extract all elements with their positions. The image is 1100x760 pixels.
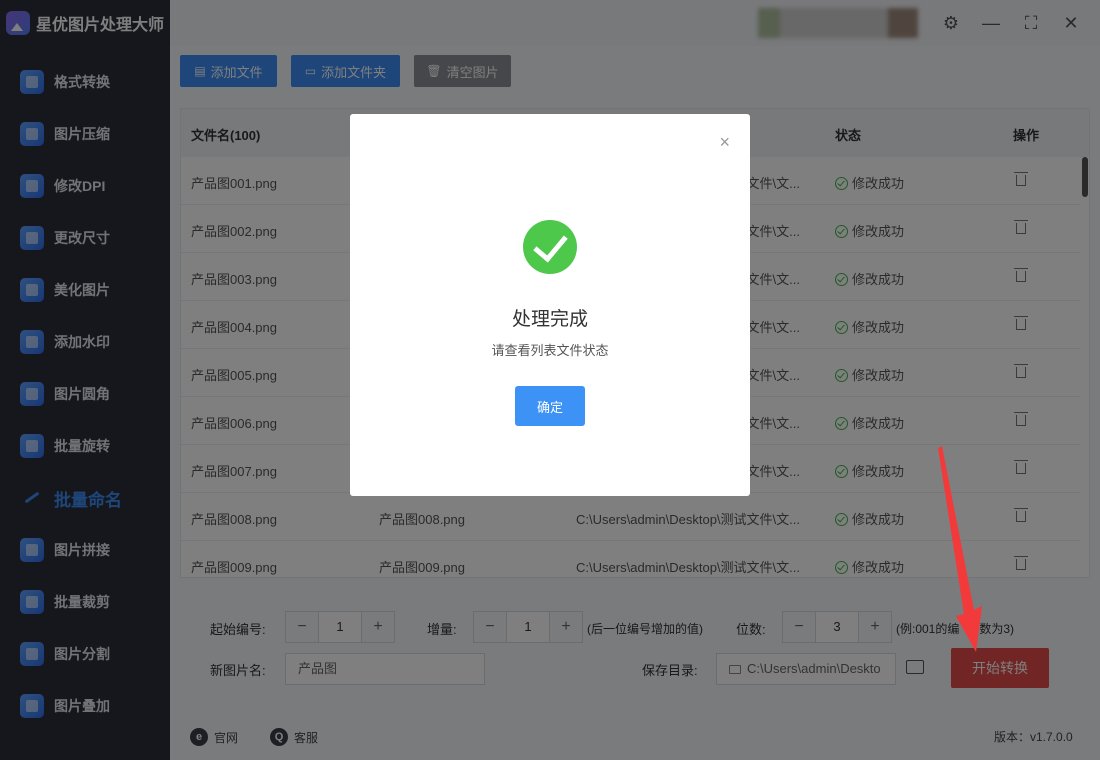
completion-dialog: × 处理完成 请查看列表文件状态 确定: [350, 114, 750, 496]
confirm-button[interactable]: 确定: [515, 386, 585, 426]
check-circle-icon: [523, 220, 577, 274]
close-icon[interactable]: ×: [719, 132, 730, 153]
red-arrow-annotation: [938, 446, 982, 652]
dialog-title: 处理完成: [511, 309, 588, 330]
dialog-subtitle: 请查看列表文件状态: [491, 343, 609, 358]
